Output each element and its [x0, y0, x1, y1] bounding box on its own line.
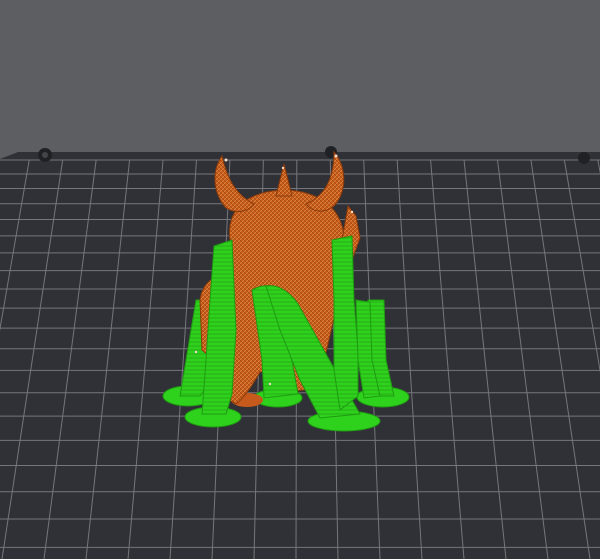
bed-screw-icon — [42, 152, 48, 158]
print-preview-canvas[interactable] — [0, 0, 600, 559]
bed-screw-icon — [578, 152, 590, 164]
slicer-3d-viewport[interactable] — [0, 0, 600, 559]
